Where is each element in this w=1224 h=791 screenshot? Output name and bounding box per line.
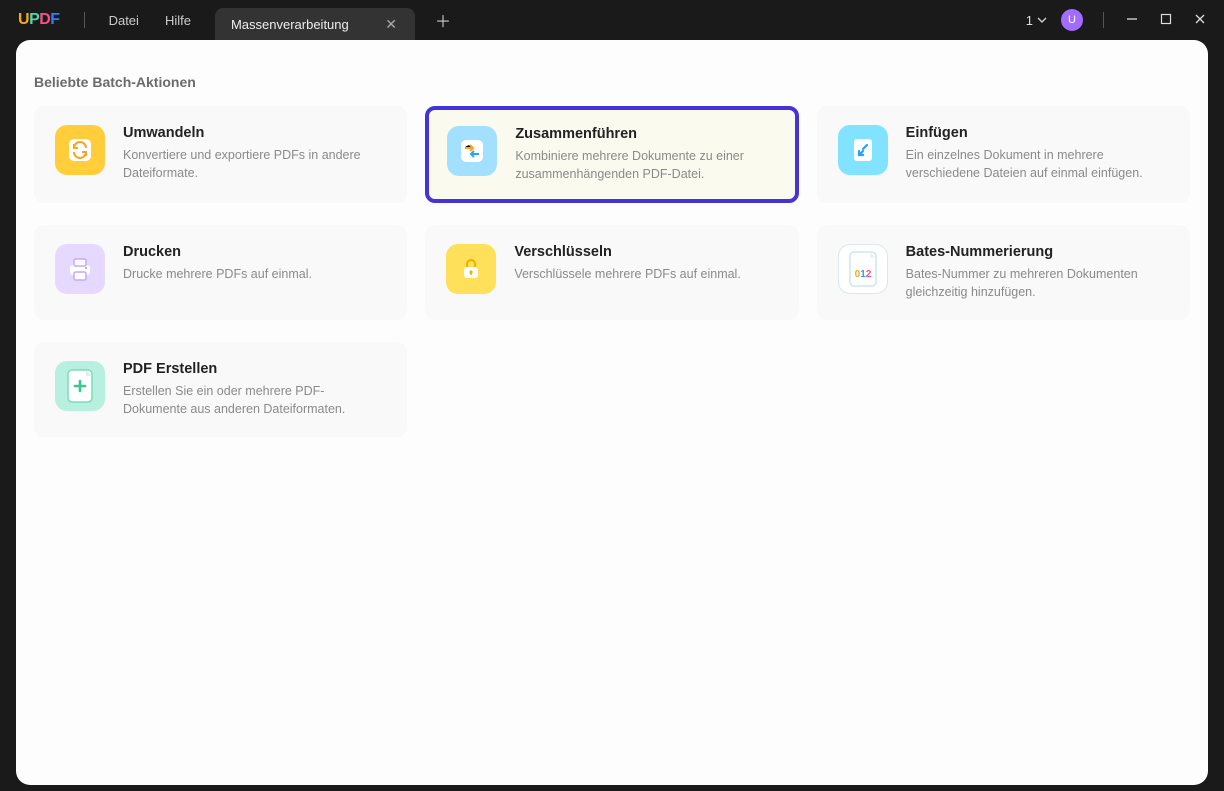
encrypt-icon xyxy=(446,244,496,294)
merge-icon xyxy=(447,126,497,176)
card-title: Umwandeln xyxy=(123,125,386,141)
card-desc: Drucke mehrere PDFs auf einmal. xyxy=(123,266,386,284)
tab-batch[interactable]: Massenverarbeitung ✕ xyxy=(215,8,415,40)
card-desc: Erstellen Sie ein oder mehrere PDF-Dokum… xyxy=(123,383,386,418)
new-tab-button[interactable]: ＋ xyxy=(429,4,457,36)
bates-icon: 012 xyxy=(838,244,888,294)
page-body: Beliebte Batch-Aktionen Umwandeln Konver… xyxy=(16,40,1208,785)
print-icon xyxy=(55,244,105,294)
create-icon xyxy=(55,361,105,411)
chevron-down-icon xyxy=(1037,15,1047,25)
close-button[interactable] xyxy=(1188,13,1212,28)
tab-count-value: 1 xyxy=(1026,13,1033,28)
card-insert[interactable]: Einfügen Ein einzelnes Dokument in mehre… xyxy=(817,106,1190,203)
tab-count-dropdown[interactable]: 1 xyxy=(1026,13,1047,28)
card-desc: Konvertiere und exportiere PDFs in ander… xyxy=(123,147,386,182)
avatar[interactable]: U xyxy=(1061,9,1083,31)
card-encrypt[interactable]: Verschlüsseln Verschlüssele mehrere PDFs… xyxy=(425,225,798,320)
app-logo: UPDF xyxy=(0,11,78,29)
card-bates[interactable]: 012 Bates-Nummerierung Bates-Nummer zu m… xyxy=(817,225,1190,320)
card-grid: Umwandeln Konvertiere und exportiere PDF… xyxy=(16,106,1208,437)
card-title: Bates-Nummerierung xyxy=(906,244,1169,260)
tab-title: Massenverarbeitung xyxy=(231,17,349,32)
close-icon[interactable]: ✕ xyxy=(383,16,399,33)
card-print[interactable]: Drucken Drucke mehrere PDFs auf einmal. xyxy=(34,225,407,320)
titlebar: UPDF Datei Hilfe Massenverarbeitung ✕ ＋ … xyxy=(0,0,1224,40)
card-desc: Kombiniere mehrere Dokumente zu einer zu… xyxy=(515,148,776,183)
card-title: Einfügen xyxy=(906,125,1169,141)
divider xyxy=(1103,12,1104,28)
minimize-button[interactable] xyxy=(1120,13,1144,28)
card-title: PDF Erstellen xyxy=(123,361,386,377)
card-desc: Bates-Nummer zu mehreren Dokumenten glei… xyxy=(906,266,1169,301)
menu-bar: Datei Hilfe xyxy=(91,13,191,28)
card-convert[interactable]: Umwandeln Konvertiere und exportiere PDF… xyxy=(34,106,407,203)
insert-icon xyxy=(838,125,888,175)
card-title: Drucken xyxy=(123,244,386,260)
card-title: Verschlüsseln xyxy=(514,244,777,260)
minimize-icon xyxy=(1126,13,1138,25)
maximize-icon xyxy=(1160,13,1172,25)
menu-file[interactable]: Datei xyxy=(109,13,139,28)
card-create[interactable]: PDF Erstellen Erstellen Sie ein oder meh… xyxy=(34,342,407,437)
card-merge[interactable]: Zusammenführen Kombiniere mehrere Dokume… xyxy=(425,106,798,203)
maximize-button[interactable] xyxy=(1154,13,1178,28)
divider xyxy=(84,12,85,28)
card-title: Zusammenführen xyxy=(515,126,776,142)
section-title: Beliebte Batch-Aktionen xyxy=(16,74,1208,90)
window-controls: 1 U xyxy=(1026,9,1224,31)
card-desc: Ein einzelnes Dokument in mehrere versch… xyxy=(906,147,1169,182)
close-icon xyxy=(1194,13,1206,25)
card-desc: Verschlüssele mehrere PDFs auf einmal. xyxy=(514,266,777,284)
tab-strip: Massenverarbeitung ✕ ＋ xyxy=(215,0,457,40)
convert-icon xyxy=(55,125,105,175)
svg-text:012: 012 xyxy=(854,269,871,280)
menu-help[interactable]: Hilfe xyxy=(165,13,191,28)
